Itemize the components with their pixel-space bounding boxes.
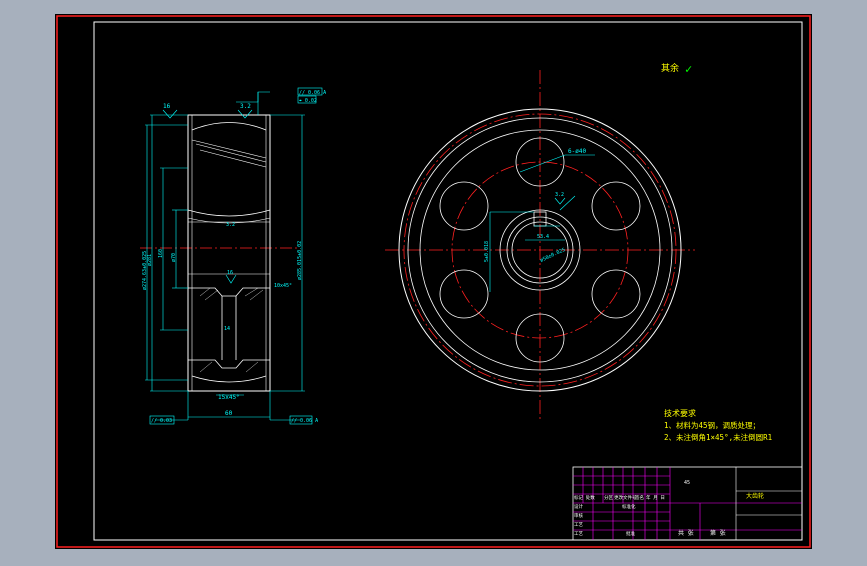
tb-sign: 签名	[635, 494, 644, 501]
hub-dim: ø70	[171, 253, 177, 262]
part-name: 大齿轮	[746, 492, 764, 500]
scale-value: 45	[684, 480, 690, 486]
tolerance-text-1: // 0.06 A	[299, 90, 326, 96]
key-depth-dim: 53.4	[537, 234, 549, 240]
tb-mark: 标记 处数	[574, 494, 595, 501]
web-thickness-dim: 14	[224, 326, 230, 332]
roughness-lower: 16	[227, 270, 233, 276]
tb-approve: 批准	[626, 530, 635, 537]
drawing-area	[55, 14, 812, 549]
tolerance-right-text: // 0.06 A	[291, 418, 318, 424]
roughness-note: 其余	[661, 62, 679, 74]
roughness-top-left: 16	[163, 103, 171, 110]
tb-change: 分区	[604, 494, 613, 501]
tb-date: 年 月 日	[646, 494, 665, 501]
tech-line-2: 2、未注倒角1×45°,未注倒圆R1	[664, 432, 772, 442]
roughness-mid: 3.2	[226, 222, 235, 228]
chamfer-bottom-dim: 15x45°	[218, 394, 240, 401]
chamfer-right-dim: 10x45°	[274, 283, 292, 289]
key-width-dim: 5±0.018	[484, 241, 490, 262]
tb-sheet: 第 张	[710, 529, 726, 537]
roughness-top-mid: 3.2	[240, 103, 251, 110]
key-roughness: 3.2	[555, 192, 564, 198]
tb-process-2: 工艺	[574, 531, 583, 537]
tb-doc: 更改文件号	[614, 494, 637, 501]
cad-drawing-canvas: 其余 ✓ // 0.06 A ⌖ 0.02 // 0.03 // 0.06 A …	[55, 14, 812, 549]
right-dia-dim: ø285.015±0.02	[297, 241, 303, 280]
roughness-check-icon: ✓	[685, 62, 692, 76]
tech-line-1: 1、材料为45钢，调质处理；	[664, 420, 760, 430]
tb-count: 共 张	[678, 529, 694, 537]
tech-title: 技术要求	[664, 408, 696, 418]
tolerance-text-2: ⌖ 0.02	[299, 98, 317, 104]
width-dim: 60	[225, 410, 233, 417]
tolerance-left-text: // 0.03	[151, 418, 172, 424]
outer-dia-dim: ø281	[147, 254, 153, 266]
web-dim: 160	[158, 249, 164, 258]
cad-viewport: 其余 ✓ // 0.06 A ⌖ 0.02 // 0.03 // 0.06 A …	[0, 0, 867, 562]
tb-std: 标准化	[622, 503, 636, 510]
hole-dim: 6-ø40	[568, 148, 586, 155]
tb-design: 设计	[574, 503, 583, 510]
tb-review: 审核	[574, 512, 583, 519]
tb-process: 工艺	[574, 522, 583, 528]
